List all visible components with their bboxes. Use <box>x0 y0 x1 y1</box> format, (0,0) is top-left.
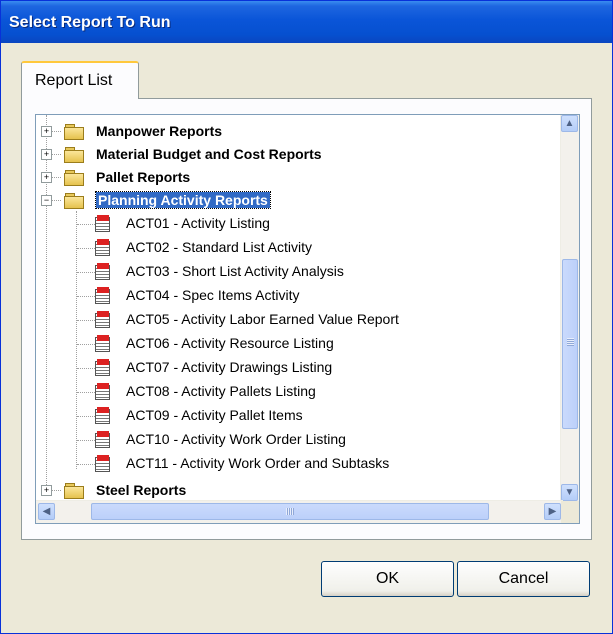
report-label: ACT09 - Activity Pallet Items <box>126 407 303 423</box>
report-icon <box>94 383 112 400</box>
folder-icon <box>64 483 84 499</box>
tree-node-pallet-reports[interactable]: + Pallet Reports <box>36 166 556 188</box>
window-title: Select Report To Run <box>9 14 171 31</box>
vertical-scrollbar[interactable]: ▲ ▼ <box>560 115 579 501</box>
expand-icon[interactable]: + <box>41 172 52 183</box>
tree-node-label: Pallet Reports <box>96 169 191 185</box>
tree-node-planning-activity-reports[interactable]: − Planning Activity Reports <box>36 189 556 211</box>
expand-icon[interactable]: + <box>41 149 52 160</box>
scroll-left-button[interactable]: ◀ <box>38 503 55 520</box>
report-icon <box>94 311 112 328</box>
report-icon <box>94 263 112 280</box>
report-item[interactable]: ACT01 - Activity Listing <box>36 212 556 234</box>
report-label: ACT10 - Activity Work Order Listing <box>126 431 346 447</box>
report-label: ACT02 - Standard List Activity <box>126 239 312 255</box>
report-label: ACT06 - Activity Resource Listing <box>126 335 334 351</box>
scroll-down-button[interactable]: ▼ <box>561 484 578 501</box>
report-label: ACT08 - Activity Pallets Listing <box>126 383 316 399</box>
report-icon <box>94 215 112 232</box>
report-item[interactable]: ACT06 - Activity Resource Listing <box>36 332 556 354</box>
report-tree[interactable]: + Manpower Reports + Material Budget and… <box>35 114 580 524</box>
dialog-window: Select Report To Run Report List + Manpo… <box>0 0 613 634</box>
folder-icon <box>64 124 84 140</box>
horizontal-scroll-thumb[interactable] <box>91 503 489 520</box>
report-icon <box>94 335 112 352</box>
tree-node-material-budget-reports[interactable]: + Material Budget and Cost Reports <box>36 143 556 165</box>
report-icon <box>94 431 112 448</box>
report-label: ACT01 - Activity Listing <box>126 215 270 231</box>
report-item[interactable]: ACT03 - Short List Activity Analysis <box>36 260 556 282</box>
vertical-scroll-thumb[interactable] <box>562 259 578 429</box>
open-folder-icon <box>64 193 84 209</box>
report-label: ACT03 - Short List Activity Analysis <box>126 263 344 279</box>
scroll-right-button[interactable]: ▶ <box>544 503 561 520</box>
folder-icon <box>64 147 84 163</box>
folder-icon <box>64 170 84 186</box>
report-label: ACT04 - Spec Items Activity <box>126 287 300 303</box>
report-icon <box>94 239 112 256</box>
report-label: ACT05 - Activity Labor Earned Value Repo… <box>126 311 399 327</box>
report-icon <box>94 455 112 472</box>
ok-button[interactable]: OK <box>321 561 454 597</box>
expand-icon[interactable]: + <box>41 126 52 137</box>
scrollbar-corner <box>561 501 579 523</box>
report-label: ACT07 - Activity Drawings Listing <box>126 359 333 375</box>
report-icon <box>94 359 112 376</box>
report-icon <box>94 407 112 424</box>
scroll-up-button[interactable]: ▲ <box>561 115 578 132</box>
tree-node-manpower-reports[interactable]: + Manpower Reports <box>36 120 556 142</box>
tree-node-label: Steel Reports <box>96 482 187 498</box>
report-item[interactable]: ACT07 - Activity Drawings Listing <box>36 356 556 378</box>
tree-node-steel-reports[interactable]: + Steel Reports <box>36 479 556 501</box>
horizontal-scrollbar[interactable]: ◀ ▶ <box>36 500 563 523</box>
collapse-icon[interactable]: − <box>41 195 52 206</box>
report-item[interactable]: ACT08 - Activity Pallets Listing <box>36 380 556 402</box>
report-item[interactable]: ACT05 - Activity Labor Earned Value Repo… <box>36 308 556 330</box>
report-item[interactable]: ACT04 - Spec Items Activity <box>36 284 556 306</box>
tab-label: Report List <box>35 72 113 89</box>
report-label: ACT11 - Activity Work Order and Subtasks <box>126 455 390 471</box>
tree-node-label: Manpower Reports <box>96 123 223 139</box>
report-icon <box>94 287 112 304</box>
title-bar[interactable]: Select Report To Run <box>1 1 612 43</box>
tree-node-label: Planning Activity Reports <box>95 191 271 209</box>
report-item[interactable]: ACT10 - Activity Work Order Listing <box>36 428 556 450</box>
report-item[interactable]: ACT11 - Activity Work Order and Subtasks <box>36 452 556 474</box>
tab-report-list[interactable]: Report List <box>21 61 139 99</box>
cancel-button[interactable]: Cancel <box>457 561 590 597</box>
report-item[interactable]: ACT09 - Activity Pallet Items <box>36 404 556 426</box>
tree-node-label: Material Budget and Cost Reports <box>96 146 322 162</box>
report-item[interactable]: ACT02 - Standard List Activity <box>36 236 556 258</box>
expand-icon[interactable]: + <box>41 485 52 496</box>
